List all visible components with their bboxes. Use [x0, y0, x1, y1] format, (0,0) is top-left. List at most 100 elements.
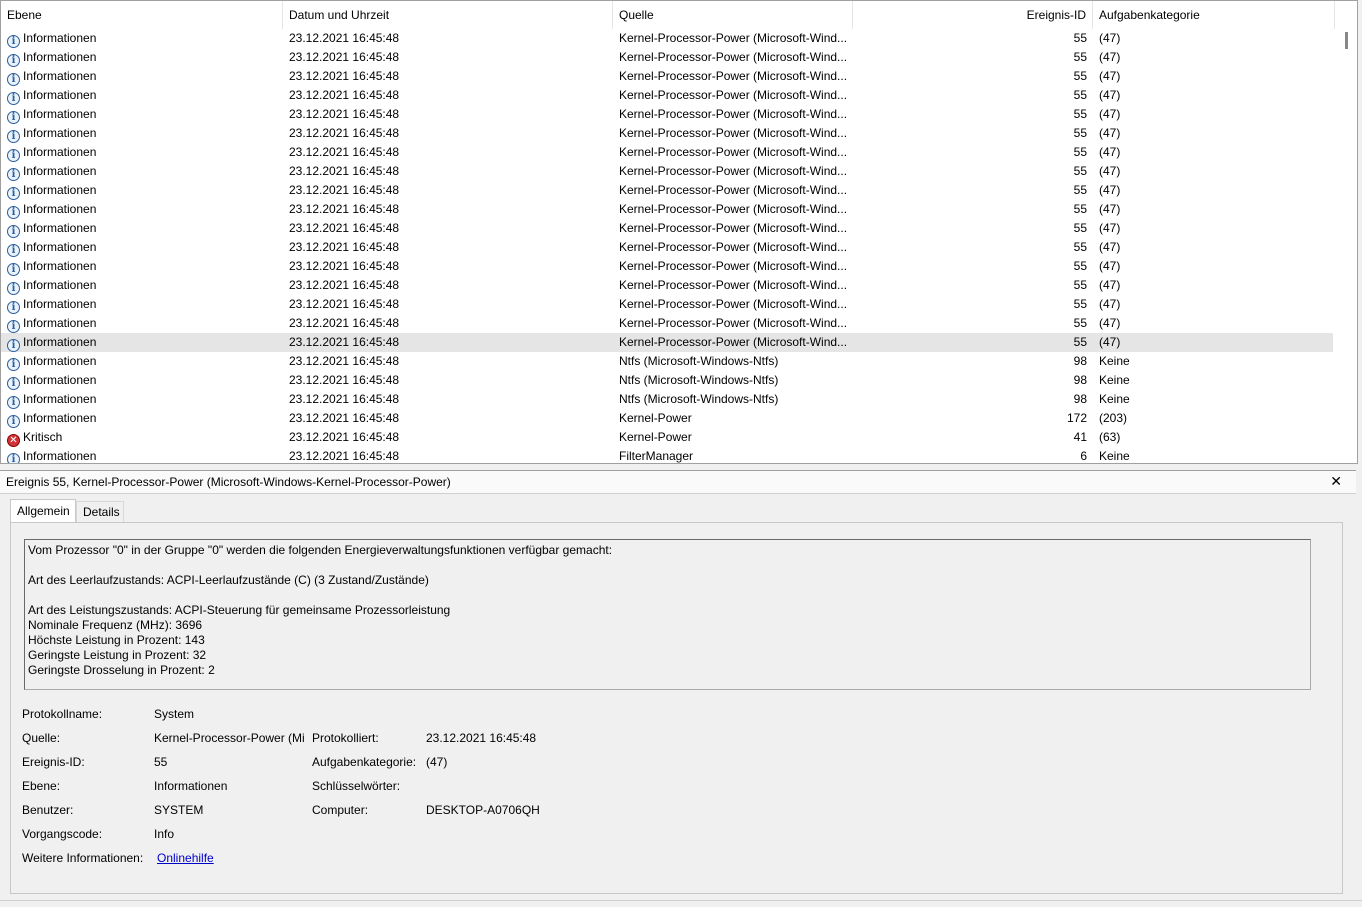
- event-rows: i Informationen 23.12.2021 16:45:48 Kernel-…: [1, 29, 1333, 463]
- date-cell: 23.12.2021 16:45:48: [289, 411, 400, 425]
- task-category-cell: Keine: [1099, 354, 1130, 368]
- table-row[interactable]: i Informationen 23.12.2021 16:45:48 Kernel-…: [1, 105, 1333, 124]
- level-text: Informationen: [23, 145, 97, 159]
- source-cell: Kernel-Processor-Power (Microsoft-Wind..…: [619, 126, 848, 140]
- event-id-cell: 55: [1073, 50, 1087, 64]
- level-text: Informationen: [23, 50, 97, 64]
- table-row[interactable]: i Informationen 23.12.2021 16:45:48 Kernel-…: [1, 200, 1333, 219]
- event-id-cell: 55: [1073, 316, 1087, 330]
- column-header-source[interactable]: Quelle: [613, 1, 853, 29]
- level-text: Informationen: [23, 316, 97, 330]
- level-label: Ebene:: [22, 779, 61, 793]
- table-row[interactable]: i Informationen 23.12.2021 16:45:48 Ntfs (M…: [1, 390, 1333, 409]
- table-row[interactable]: i Informationen 23.12.2021 16:45:48 Kernel-…: [1, 48, 1333, 67]
- date-cell: 23.12.2021 16:45:48: [289, 259, 400, 273]
- table-row[interactable]: i Informationen 23.12.2021 16:45:48 Kernel-…: [1, 143, 1333, 162]
- date-cell: 23.12.2021 16:45:48: [289, 316, 400, 330]
- table-row[interactable]: i Informationen 23.12.2021 16:45:48 Kernel-…: [1, 409, 1333, 428]
- event-description[interactable]: Vom Prozessor "0" in der Gruppe "0" werd…: [24, 539, 1311, 690]
- source-cell: Kernel-Processor-Power (Microsoft-Wind..…: [619, 183, 848, 197]
- user-label: Benutzer:: [22, 803, 74, 817]
- level-text: Informationen: [23, 259, 97, 273]
- tab-general[interactable]: Allgemein: [10, 499, 76, 523]
- source-cell: Kernel-Processor-Power (Microsoft-Wind..…: [619, 31, 848, 45]
- task-category-cell: (47): [1099, 202, 1121, 216]
- task-category-cell: Keine: [1099, 449, 1130, 463]
- date-cell: 23.12.2021 16:45:48: [289, 145, 400, 159]
- source-cell: Kernel-Processor-Power (Microsoft-Wind..…: [619, 335, 848, 349]
- info-icon: i: [7, 339, 20, 352]
- scrollbar-thumb[interactable]: [1345, 32, 1348, 49]
- table-row[interactable]: i Informationen 23.12.2021 16:45:48 Kernel-…: [1, 257, 1333, 276]
- event-id-cell: 55: [1073, 31, 1087, 45]
- task-category-cell: (47): [1099, 221, 1121, 235]
- keywords-label: Schlüsselwörter:: [312, 779, 401, 793]
- table-row[interactable]: i Informationen 23.12.2021 16:45:48 Kernel-…: [1, 29, 1333, 48]
- info-icon: i: [7, 92, 20, 105]
- event-id-cell: 55: [1073, 145, 1087, 159]
- level-cell: i Informationen: [7, 238, 277, 257]
- task-category-cell: (47): [1099, 50, 1121, 64]
- opcode-label: Vorgangscode:: [22, 827, 103, 841]
- level-text: Informationen: [23, 202, 97, 216]
- event-id-cell: 55: [1073, 202, 1087, 216]
- info-icon: i: [7, 149, 20, 162]
- source-cell: Kernel-Processor-Power (Microsoft-Wind..…: [619, 297, 848, 311]
- event-id-cell: 55: [1073, 126, 1087, 140]
- source-cell: Kernel-Processor-Power (Microsoft-Wind..…: [619, 202, 848, 216]
- source-cell: Kernel-Power: [619, 411, 692, 425]
- column-header-event-id[interactable]: Ereignis-ID: [853, 1, 1093, 29]
- column-header-date[interactable]: Datum und Uhrzeit: [283, 1, 613, 29]
- table-row[interactable]: i Informationen 23.12.2021 16:45:48 FilterM…: [1, 447, 1333, 463]
- opcode-value: Info: [154, 827, 175, 841]
- table-row[interactable]: i Informationen 23.12.2021 16:45:48 Kernel-…: [1, 162, 1333, 181]
- event-id-cell: 55: [1073, 297, 1087, 311]
- level-text: Informationen: [23, 31, 97, 45]
- computer-value: DESKTOP-A0706QH: [426, 803, 540, 817]
- task-category-cell: (63): [1099, 430, 1121, 444]
- table-row[interactable]: i Informationen 23.12.2021 16:45:48 Kernel-…: [1, 295, 1333, 314]
- table-row[interactable]: i Informationen 23.12.2021 16:45:48 Kernel-…: [1, 333, 1333, 352]
- table-row[interactable]: i Informationen 23.12.2021 16:45:48 Ntfs (M…: [1, 371, 1333, 390]
- level-cell: i Informationen: [7, 295, 277, 314]
- event-id-cell: 55: [1073, 183, 1087, 197]
- user-value: SYSTEM: [154, 803, 204, 817]
- table-row[interactable]: i Informationen 23.12.2021 16:45:48 Kernel-…: [1, 124, 1333, 143]
- table-row[interactable]: i Informationen 23.12.2021 16:45:48 Kernel-…: [1, 181, 1333, 200]
- table-row[interactable]: i Informationen 23.12.2021 16:45:48 Kernel-…: [1, 219, 1333, 238]
- task-category-cell: (47): [1099, 145, 1121, 159]
- vertical-scrollbar[interactable]: [1339, 29, 1357, 463]
- level-text: Informationen: [23, 126, 97, 140]
- online-help-link[interactable]: Onlinehilfe: [157, 851, 214, 865]
- info-icon: i: [7, 282, 20, 295]
- table-row[interactable]: i Informationen 23.12.2021 16:45:48 Ntfs (M…: [1, 352, 1333, 371]
- source-cell: Kernel-Processor-Power (Microsoft-Wind..…: [619, 69, 848, 83]
- table-row[interactable]: i Informationen 23.12.2021 16:45:48 Kernel-…: [1, 67, 1333, 86]
- table-row[interactable]: ✕ Kritisch 23.12.2021 16:45:48 Kernel-Power…: [1, 428, 1333, 447]
- close-icon[interactable]: ✕: [1330, 471, 1342, 493]
- task-category-cell: (203): [1099, 411, 1128, 425]
- column-header-task-category[interactable]: Aufgabenkategorie: [1093, 1, 1335, 29]
- level-cell: i Informationen: [7, 257, 277, 276]
- level-cell: i Informationen: [7, 105, 277, 124]
- event-list[interactable]: Ebene Datum und Uhrzeit Quelle Ereignis-…: [0, 0, 1358, 464]
- column-header-level[interactable]: Ebene: [1, 1, 283, 29]
- level-cell: i Informationen: [7, 48, 277, 67]
- source-cell: Kernel-Processor-Power (Microsoft-Wind..…: [619, 221, 848, 235]
- tab-details[interactable]: Details: [76, 501, 124, 522]
- level-text: Informationen: [23, 69, 97, 83]
- source-cell: Kernel-Processor-Power (Microsoft-Wind..…: [619, 278, 848, 292]
- event-id-cell: 41: [1073, 430, 1087, 444]
- info-icon: i: [7, 168, 20, 181]
- date-cell: 23.12.2021 16:45:48: [289, 392, 400, 406]
- table-row[interactable]: i Informationen 23.12.2021 16:45:48 Kernel-…: [1, 314, 1333, 333]
- date-cell: 23.12.2021 16:45:48: [289, 297, 400, 311]
- level-text: Informationen: [23, 297, 97, 311]
- table-row[interactable]: i Informationen 23.12.2021 16:45:48 Kernel-…: [1, 86, 1333, 105]
- table-row[interactable]: i Informationen 23.12.2021 16:45:48 Kernel-…: [1, 276, 1333, 295]
- source-cell: Kernel-Processor-Power (Microsoft-Wind..…: [619, 50, 848, 64]
- event-id-value: 55: [154, 755, 168, 769]
- table-row[interactable]: i Informationen 23.12.2021 16:45:48 Kernel-…: [1, 238, 1333, 257]
- event-id-cell: 172: [1066, 411, 1087, 425]
- source-cell: Kernel-Power: [619, 430, 692, 444]
